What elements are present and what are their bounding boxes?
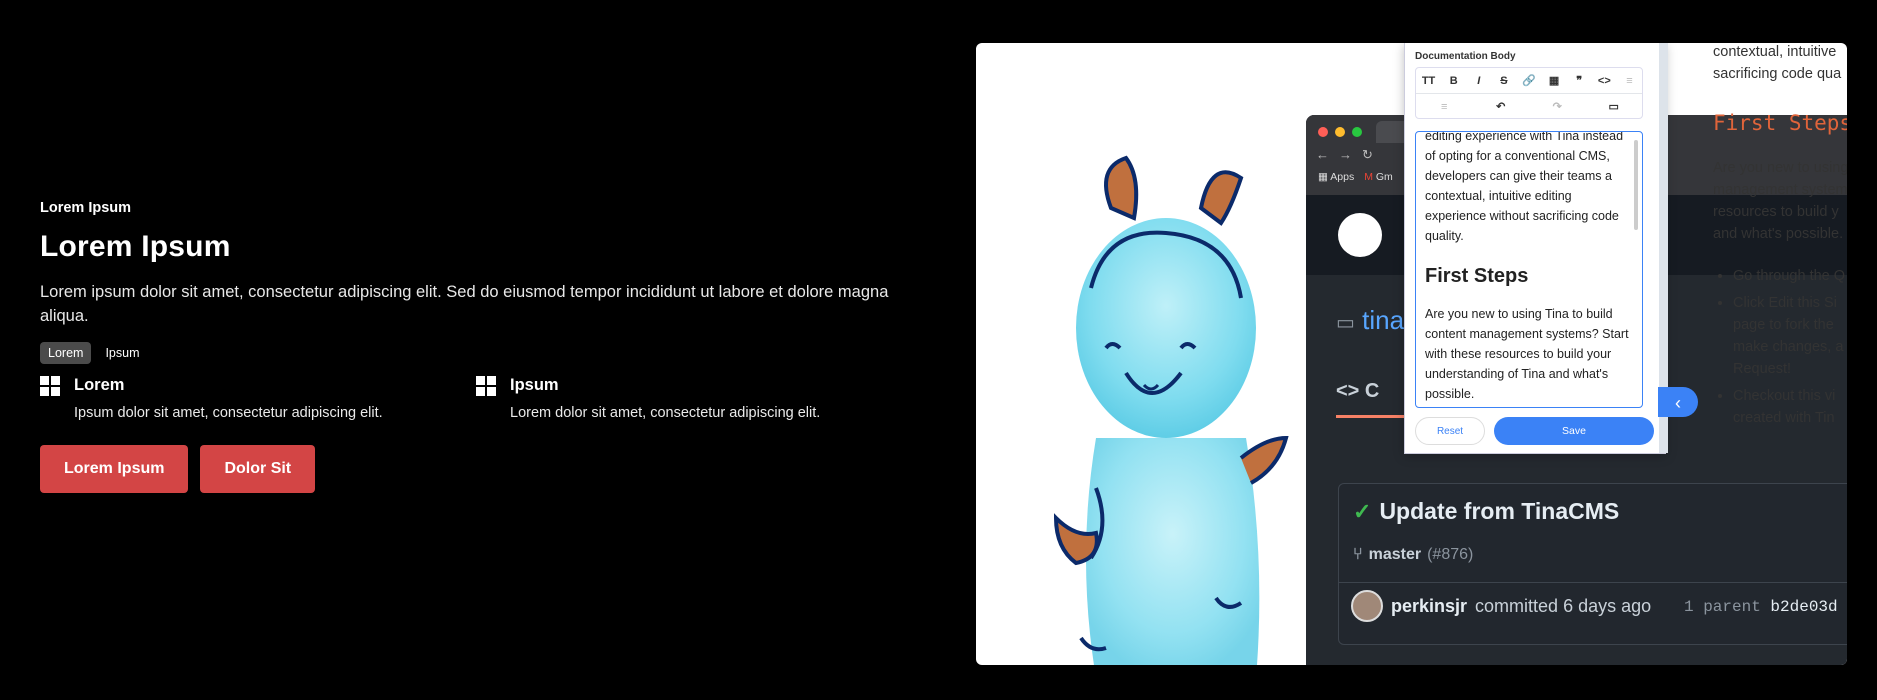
repo-icon: ▭ <box>1336 312 1355 334</box>
quote-icon[interactable]: ❞ <box>1567 74 1592 87</box>
secondary-cta-button[interactable]: Dolor Sit <box>200 445 316 493</box>
italic-icon[interactable]: I <box>1466 75 1491 87</box>
hero-section: Lorem Ipsum Lorem Ipsum Lorem ipsum dolo… <box>40 200 920 493</box>
strikethrough-icon[interactable]: S <box>1491 75 1516 87</box>
field-label: Documentation Body <box>1415 51 1516 62</box>
tab-lorem[interactable]: Lorem <box>40 342 92 364</box>
check-icon: ✓ <box>1353 498 1372 524</box>
link-icon[interactable]: 🔗 <box>1516 74 1541 87</box>
feature-item: Ipsum Lorem dolor sit amet, consectetur … <box>476 376 912 421</box>
commit-title: ✓ Update from TinaCMS <box>1353 498 1620 524</box>
list-item: Checkout this vi created with Tin <box>1733 385 1845 429</box>
ordered-list-icon[interactable]: ≡ <box>1416 101 1473 113</box>
feature-title: Lorem <box>74 376 125 394</box>
doc-text: contextual, intuitive sacrificing code qu… <box>1713 44 1842 82</box>
pr-link[interactable]: (#876) <box>1427 546 1473 564</box>
minimize-dot-icon[interactable] <box>1335 127 1345 137</box>
bold-icon[interactable]: B <box>1441 75 1466 87</box>
branch-icon: ⑂ <box>1353 546 1363 563</box>
save-button[interactable]: Save <box>1494 417 1654 445</box>
collapse-panel-button[interactable]: ‹ <box>1658 387 1698 417</box>
commit-parent: 1 parent b2de03d <box>1684 598 1838 616</box>
table-icon[interactable]: ▦ <box>1542 74 1567 87</box>
cta-group: Lorem Ipsum Dolor Sit <box>40 445 920 493</box>
editor-scrollbar[interactable] <box>1634 140 1638 230</box>
reset-button[interactable]: Reset <box>1415 417 1485 445</box>
hero-headline: Lorem Ipsum <box>40 230 231 263</box>
browser-nav: ← → ↻ <box>1316 147 1373 163</box>
bookmark-apps[interactable]: ▦ Apps <box>1318 171 1354 183</box>
editor-heading: First Steps <box>1425 265 1529 287</box>
maximize-dot-icon[interactable] <box>1352 127 1362 137</box>
doc-heading: First Steps <box>1713 111 1847 135</box>
code-icon[interactable]: <> <box>1592 75 1617 87</box>
rich-text-toolbar: TT B I S 🔗 ▦ ❞ <> ≡ ≡ ↶ ↷ ▭ <box>1415 67 1643 119</box>
commit-sha[interactable]: b2de03d <box>1770 598 1837 616</box>
editor-paragraph: editing experience with Tina instead of … <box>1425 131 1624 243</box>
doc-paragraph: Are you new to using management system r… <box>1713 160 1847 242</box>
grid-icon <box>476 376 496 396</box>
heading-icon[interactable]: TT <box>1416 75 1441 87</box>
hero-description: Lorem ipsum dolor sit amet, consectetur … <box>40 283 889 325</box>
grid-icon <box>40 376 60 396</box>
hero-tabs: Lorem Ipsum <box>40 342 920 364</box>
bookmark-gmail[interactable]: M Gm <box>1364 171 1393 183</box>
list-item: Click Edit this Si page to fork the make… <box>1733 292 1845 380</box>
back-arrow-icon[interactable]: ← <box>1316 147 1329 163</box>
commit-card: ✓ Update from TinaCMS ⑂ master (#876) pe… <box>1338 483 1847 645</box>
primary-cta-button[interactable]: Lorem Ipsum <box>40 445 189 493</box>
commit-time: committed 6 days ago <box>1475 595 1652 616</box>
tab-ipsum[interactable]: Ipsum <box>97 342 147 364</box>
divider <box>1339 582 1847 583</box>
author-name[interactable]: perkinsjr <box>1391 596 1467 617</box>
feature-list: Lorem Ipsum dolor sit amet, consectetur … <box>40 376 920 421</box>
list-item: Go through the Q <box>1733 265 1845 287</box>
github-logo-icon[interactable] <box>1338 213 1382 257</box>
feature-item: Lorem Ipsum dolor sit amet, consectetur … <box>40 376 476 421</box>
feature-title: Ipsum <box>510 376 559 394</box>
redo-icon[interactable]: ↷ <box>1529 100 1586 113</box>
doc-list: Go through the Q Click Edit this Si page… <box>1713 265 1845 434</box>
bullet-list-icon[interactable]: ≡ <box>1617 75 1642 87</box>
editor-paragraph: Are you new to using Tina to build conte… <box>1425 307 1629 401</box>
product-preview-image: ← → ↻ ▦ Apps M Gm ▭ tina <> C ✓ Update f… <box>976 43 1847 665</box>
close-dot-icon[interactable] <box>1318 127 1328 137</box>
rich-text-editor[interactable]: editing experience with Tina instead of … <box>1415 131 1643 408</box>
tab-code[interactable]: <> C <box>1336 380 1379 403</box>
raw-mode-icon[interactable]: ▭ <box>1586 100 1643 113</box>
tina-editor-panel: Documentation Body TT B I S 🔗 ▦ ❞ <> ≡ ≡… <box>1404 43 1666 454</box>
feature-text: Ipsum dolor sit amet, consectetur adipis… <box>74 405 383 421</box>
forward-arrow-icon[interactable]: → <box>1339 147 1352 163</box>
code-icon: <> <box>1336 380 1360 402</box>
window-controls <box>1318 127 1362 137</box>
feature-text: Lorem dolor sit amet, consectetur adipis… <box>510 405 821 421</box>
commit-author: perkinsjr committed 6 days ago <box>1351 590 1651 622</box>
avatar[interactable] <box>1351 590 1383 622</box>
repo-name[interactable]: ▭ tina <box>1336 305 1404 336</box>
undo-icon[interactable]: ↶ <box>1473 100 1530 113</box>
reload-icon[interactable]: ↻ <box>1362 147 1373 163</box>
hero-eyebrow: Lorem Ipsum <box>40 200 132 216</box>
commit-branch: ⑂ master (#876) <box>1353 546 1474 564</box>
bookmarks-bar: ▦ Apps M Gm <box>1318 171 1393 183</box>
llama-illustration <box>1053 155 1289 665</box>
